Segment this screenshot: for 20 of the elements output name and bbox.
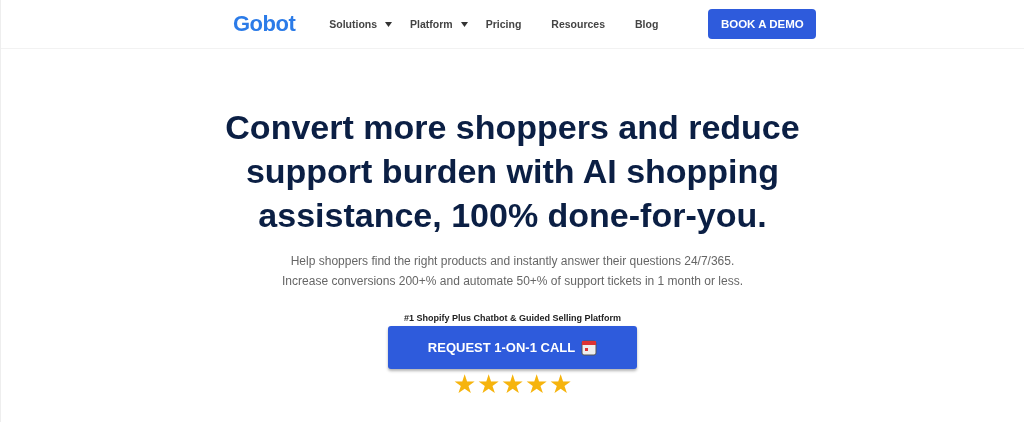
nav-link[interactable]: Platform	[410, 18, 453, 30]
nav-link[interactable]: Pricing	[485, 18, 522, 30]
star-icon: ★	[477, 370, 500, 398]
star-icon: ★	[549, 370, 572, 398]
caret-icon[interactable]	[385, 21, 393, 27]
calendar-icon	[581, 339, 598, 356]
request-call-button[interactable]: REQUEST 1-ON-1 CALL	[388, 326, 637, 369]
nav-link[interactable]: Solutions	[329, 18, 378, 30]
headline: Convert more shoppers and reduce support burden with AI shopping assistance, 100% done-for-you.	[224, 107, 801, 236]
nav-link[interactable]: Resources	[551, 18, 605, 30]
book-demo-button[interactable]: BOOK A DEMO	[708, 9, 817, 39]
tagline: #1 Shopify Plus Chatbot & Guided Selling Platform	[404, 313, 621, 323]
caret-icon[interactable]	[460, 21, 468, 27]
subtext: Help shoppers find the right products and instantly answer their questions 24/7/365.	[289, 253, 736, 270]
nav-link[interactable]: Blog	[635, 18, 659, 30]
star-icon: ★	[501, 370, 524, 398]
star-icon: ★	[453, 370, 476, 398]
star-icon: ★	[525, 370, 548, 398]
logo[interactable]: Gobot	[233, 11, 296, 37]
subtext: Increase conversions 200+% and automate 50+% of support tickets in 1 month or less.	[282, 273, 743, 290]
